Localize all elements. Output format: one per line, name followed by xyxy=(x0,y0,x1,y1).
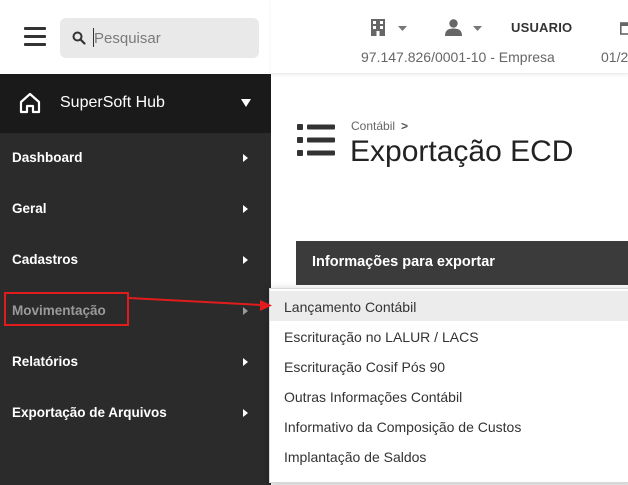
sidebar-item-label: Dashboard xyxy=(12,150,83,165)
submenu-item-label: Escrituração Cosif Pós 90 xyxy=(284,359,446,375)
submenu-item-label: Escrituração no LALUR / LACS xyxy=(284,329,479,345)
chevron-down-icon[interactable] xyxy=(398,26,407,32)
breadcrumb: Contábil > xyxy=(351,119,408,133)
submenu-item-label: Implantação de Saldos xyxy=(284,449,427,465)
caret-right-icon xyxy=(243,358,248,366)
sidebar: SuperSoft Hub Dashboard Geral Cadastros … xyxy=(0,74,271,485)
submenu-item-cosif[interactable]: Escrituração Cosif Pós 90 xyxy=(270,351,628,381)
user-icon[interactable] xyxy=(445,19,462,36)
chevron-down-icon[interactable] xyxy=(473,26,482,32)
submenu-item-outras-informacoes[interactable]: Outras Informações Contábil xyxy=(270,381,628,411)
sidebar-item-relatorios[interactable]: Relatórios xyxy=(0,337,271,388)
annotation-highlight-box xyxy=(4,292,129,326)
breadcrumb-item[interactable]: Contábil xyxy=(351,119,395,133)
top-header: USUARIO 97.147.826/0001-10 - Empresa 01/… xyxy=(271,0,628,74)
hamburger-icon[interactable] xyxy=(24,27,46,49)
search-input[interactable] xyxy=(94,26,249,50)
caret-right-icon xyxy=(243,409,248,417)
page-title: Exportação ECD xyxy=(350,135,574,168)
caret-right-icon xyxy=(243,154,248,162)
list-icon xyxy=(297,124,335,156)
app-window: USUARIO 97.147.826/0001-10 - Empresa 01/… xyxy=(0,0,628,485)
sidebar-brand[interactable]: SuperSoft Hub xyxy=(0,74,271,133)
submenu-item-lalur-lacs[interactable]: Escrituração no LALUR / LACS xyxy=(270,321,628,351)
submenu-item-label: Informativo da Composição de Custos xyxy=(284,419,522,435)
calendar-icon[interactable] xyxy=(620,21,628,35)
sidebar-item-label: Relatórios xyxy=(12,354,79,369)
submenu-item-composicao-custos[interactable]: Informativo da Composição de Custos xyxy=(270,411,628,441)
username-label[interactable]: USUARIO xyxy=(511,20,572,35)
sidebar-item-label: Geral xyxy=(12,201,47,216)
section-title: Informações para exportar xyxy=(312,254,495,270)
top-left-bar xyxy=(0,0,271,74)
search-icon xyxy=(72,31,86,45)
section-header: Informações para exportar xyxy=(296,241,628,285)
sidebar-item-label: Cadastros xyxy=(12,252,79,267)
brand-label: SuperSoft Hub xyxy=(60,94,165,111)
sidebar-item-dashboard[interactable]: Dashboard xyxy=(0,133,271,184)
submenu-item-label: Lançamento Contábil xyxy=(284,299,417,315)
caret-right-icon xyxy=(243,307,248,315)
breadcrumb-separator: > xyxy=(401,119,409,133)
caret-right-icon xyxy=(243,205,248,213)
caret-down-icon[interactable] xyxy=(241,99,251,107)
submenu-item-implantacao-saldos[interactable]: Implantação de Saldos xyxy=(270,441,628,471)
home-icon xyxy=(19,92,41,114)
sidebar-item-exportacao[interactable]: Exportação de Arquivos xyxy=(0,388,271,439)
sidebar-item-geral[interactable]: Geral xyxy=(0,184,271,235)
caret-right-icon xyxy=(243,256,248,264)
submenu-item-lancamento-contabil[interactable]: Lançamento Contábil xyxy=(270,291,628,321)
submenu-item-label: Outras Informações Contábil xyxy=(284,389,463,405)
sidebar-item-label: Exportação de Arquivos xyxy=(12,405,167,420)
sidebar-item-cadastros[interactable]: Cadastros xyxy=(0,235,271,286)
search-box[interactable] xyxy=(60,18,259,58)
period-label: 01/2 xyxy=(601,49,628,65)
company-label: 97.147.826/0001-10 - Empresa xyxy=(361,49,555,65)
building-icon[interactable] xyxy=(371,19,385,36)
submenu-dropdown: Lançamento Contábil Escrituração no LALU… xyxy=(269,288,628,483)
